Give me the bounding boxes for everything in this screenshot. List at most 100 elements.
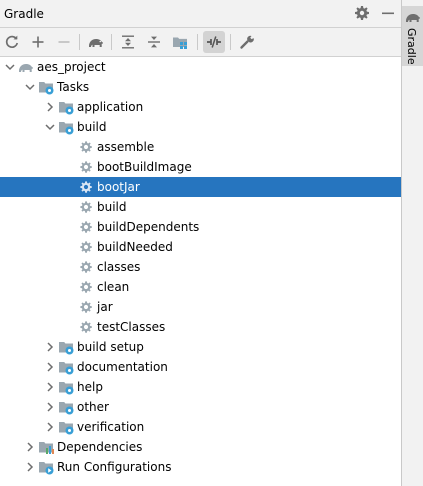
tree-row-label: buildDependents — [97, 220, 200, 234]
tree-row[interactable]: bootJar — [0, 177, 401, 197]
tree-row-label: classes — [97, 260, 141, 274]
tree-row[interactable]: testClasses — [0, 317, 401, 337]
tree-row[interactable]: bootBuildImage — [0, 157, 401, 177]
gradle-toolbar — [0, 28, 401, 57]
gear-icon — [78, 179, 94, 195]
tool-window-title: Gradle — [4, 7, 44, 21]
refresh-icon — [5, 35, 19, 49]
toolbar-separator — [111, 34, 112, 50]
tree-row[interactable]: clean — [0, 277, 401, 297]
tree-row[interactable]: assemble — [0, 137, 401, 157]
tree-row-label: Run Configurations — [57, 460, 172, 474]
right-tool-window-stripe: Gradle — [401, 0, 423, 486]
chevron-right-icon[interactable] — [44, 101, 56, 113]
chevron-right-icon[interactable] — [44, 341, 56, 353]
tree-row[interactable]: build — [0, 117, 401, 137]
run-configurations-folder-icon — [38, 459, 54, 475]
toolbar-separator — [197, 34, 198, 50]
gradle-project-tree: aes_project Tasks application build assemble… — [0, 57, 401, 486]
chevron-right-icon[interactable] — [24, 461, 36, 473]
gear-icon — [78, 219, 94, 235]
task-group-icon — [58, 399, 74, 415]
tree-row[interactable]: build — [0, 197, 401, 217]
gradle-project-icon — [18, 59, 34, 75]
tree-row[interactable]: documentation — [0, 357, 401, 377]
tree-row-label: clean — [97, 280, 130, 294]
chevron-right-icon[interactable] — [44, 361, 56, 373]
task-group-icon — [58, 119, 74, 135]
expand-all-button[interactable] — [117, 31, 139, 53]
gear-icon — [78, 139, 94, 155]
chevron-down-icon[interactable] — [24, 81, 36, 93]
stripe-label: Gradle — [405, 28, 418, 65]
tree-row[interactable]: help — [0, 377, 401, 397]
analyze-dependencies-button[interactable] — [169, 31, 191, 53]
gear-icon — [78, 299, 94, 315]
build-tool-settings-button[interactable] — [236, 31, 258, 53]
gear-icon — [78, 259, 94, 275]
task-group-icon — [58, 359, 74, 375]
tree-row-label: build — [77, 120, 107, 134]
chevron-down-icon[interactable] — [44, 121, 56, 133]
chevron-right-icon[interactable] — [44, 421, 56, 433]
task-group-icon — [58, 99, 74, 115]
dependencies-folder-icon — [38, 439, 54, 455]
tree-row[interactable]: verification — [0, 417, 401, 437]
execute-gradle-task-button[interactable] — [85, 31, 107, 53]
tree-row[interactable]: other — [0, 397, 401, 417]
expand-all-icon — [122, 35, 134, 49]
chevron-right-icon[interactable] — [24, 441, 36, 453]
gear-icon — [78, 159, 94, 175]
tree-row[interactable]: buildNeeded — [0, 237, 401, 257]
gear-icon — [78, 279, 94, 295]
minimize-icon[interactable] — [380, 5, 396, 21]
tree-row[interactable]: buildDependents — [0, 217, 401, 237]
chevron-right-icon[interactable] — [44, 401, 56, 413]
tree-row[interactable]: build setup — [0, 337, 401, 357]
toolbar-separator — [79, 34, 80, 50]
tree-row[interactable]: Dependencies — [0, 437, 401, 457]
dependencies-icon — [173, 37, 187, 49]
gear-icon — [78, 199, 94, 215]
task-group-icon — [58, 419, 74, 435]
tree-row-label: verification — [77, 420, 145, 434]
wrench-icon — [240, 35, 254, 49]
gear-icon — [78, 319, 94, 335]
toolbar-separator — [230, 34, 231, 50]
tree-row[interactable]: Tasks — [0, 77, 401, 97]
collapse-all-icon — [148, 36, 160, 48]
tree-row-label: Dependencies — [57, 440, 143, 454]
offline-mode-icon — [207, 36, 221, 48]
minus-icon — [58, 41, 70, 43]
gradle-tool-window: Gradle aes_project Tasks application bui… — [0, 0, 401, 486]
tree-row-label: other — [77, 400, 109, 414]
gradle-elephant-icon — [89, 39, 103, 47]
reload-all-gradle-projects-button[interactable] — [1, 31, 23, 53]
chevron-down-icon[interactable] — [4, 61, 16, 73]
tree-row-label: buildNeeded — [97, 240, 173, 254]
gradle-stripe-button[interactable]: Gradle — [402, 6, 423, 66]
tree-row-label: documentation — [77, 360, 168, 374]
chevron-right-icon[interactable] — [44, 381, 56, 393]
tree-row[interactable]: application — [0, 97, 401, 117]
gear-icon[interactable] — [354, 5, 370, 21]
tree-row-label: help — [77, 380, 103, 394]
plus-icon — [32, 36, 44, 48]
tree-row[interactable]: Run Configurations — [0, 457, 401, 477]
toggle-offline-mode-button[interactable] — [203, 31, 225, 53]
tree-row[interactable]: classes — [0, 257, 401, 277]
tree-row-label: build setup — [77, 340, 144, 354]
tree-row-label: bootBuildImage — [97, 160, 192, 174]
remove-gradle-project-button[interactable] — [53, 31, 75, 53]
task-group-icon — [58, 339, 74, 355]
task-group-icon — [58, 379, 74, 395]
tree-row-label: jar — [97, 300, 113, 314]
tree-row-label: bootJar — [97, 180, 140, 194]
add-gradle-project-button[interactable] — [27, 31, 49, 53]
tree-row[interactable]: aes_project — [0, 57, 401, 77]
collapse-all-button[interactable] — [143, 31, 165, 53]
tree-row-label: application — [77, 100, 144, 114]
tree-row-label: aes_project — [37, 60, 106, 74]
tree-row-label: build — [97, 200, 127, 214]
tree-row[interactable]: jar — [0, 297, 401, 317]
